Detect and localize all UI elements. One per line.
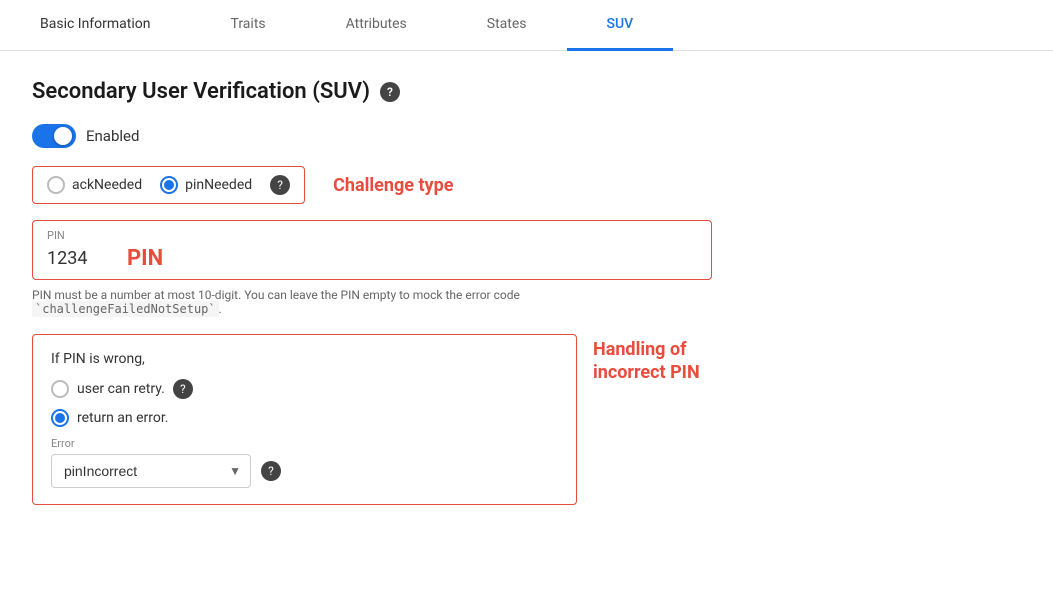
radio-retry[interactable]: user can retry. ? (51, 379, 558, 399)
incorrect-pin-row: If PIN is wrong, user can retry. ? retur… (32, 334, 1021, 505)
radio-pin-label: pinNeeded (185, 177, 252, 193)
radio-pin-circle (160, 176, 178, 194)
challenge-type-row: ackNeeded pinNeeded ? Challenge type (32, 166, 1021, 204)
enabled-label: Enabled (86, 127, 139, 145)
error-dropdown[interactable]: pinIncorrect pinLocked pinExpired (51, 454, 251, 488)
page-title-text: Secondary User Verification (SUV) (32, 79, 370, 104)
incorrect-pin-title: If PIN is wrong, (51, 351, 558, 367)
radio-error-circle (51, 409, 69, 427)
toggle-thumb (54, 127, 72, 145)
tab-basic-information[interactable]: Basic Information (0, 0, 191, 51)
incorrect-pin-box: If PIN is wrong, user can retry. ? retur… (32, 334, 577, 505)
tab-traits[interactable]: Traits (191, 0, 306, 51)
main-content: Secondary User Verification (SUV) ? Enab… (0, 51, 1053, 533)
pin-field-label: PIN (47, 229, 697, 242)
pin-hint: PIN must be a number at most 10-digit. Y… (32, 288, 712, 316)
challenge-type-annotation: Challenge type (333, 175, 453, 196)
enabled-toggle[interactable] (32, 124, 76, 148)
tab-suv[interactable]: SUV (567, 0, 674, 51)
radio-pin-needed[interactable]: pinNeeded (160, 176, 252, 194)
radio-error-label: return an error. (77, 410, 168, 426)
challenge-type-help-icon[interactable]: ? (270, 175, 290, 195)
pin-value[interactable]: 1234 (47, 248, 107, 269)
error-dropdown-section: Error pinIncorrect pinLocked pinExpired … (51, 437, 558, 488)
pin-field-container: PIN 1234 PIN (32, 220, 712, 280)
radio-retry-label: user can retry. (77, 381, 165, 397)
retry-help-icon[interactable]: ? (173, 379, 193, 399)
error-dropdown-wrapper: pinIncorrect pinLocked pinExpired ▼ (51, 454, 251, 488)
radio-ack-circle (47, 176, 65, 194)
tab-attributes[interactable]: Attributes (306, 0, 447, 51)
challenge-type-radio-group: ackNeeded pinNeeded ? (32, 166, 305, 204)
error-dropdown-label: Error (51, 437, 558, 450)
radio-error[interactable]: return an error. (51, 409, 558, 427)
incorrect-pin-annotation: Handling ofincorrect PIN (593, 338, 700, 385)
radio-ack-label: ackNeeded (72, 177, 142, 193)
radio-ack-needed[interactable]: ackNeeded (47, 176, 142, 194)
tab-bar: Basic Information Traits Attributes Stat… (0, 0, 1053, 51)
pin-big-annotation: PIN (127, 246, 163, 271)
radio-retry-circle (51, 380, 69, 398)
error-help-icon[interactable]: ? (261, 461, 281, 481)
pin-hint-text: PIN must be a number at most 10-digit. Y… (32, 288, 520, 317)
page-title: Secondary User Verification (SUV) ? (32, 79, 1021, 104)
pin-field-row: 1234 PIN (47, 246, 697, 271)
title-help-icon[interactable]: ? (380, 82, 400, 102)
error-dropdown-row: pinIncorrect pinLocked pinExpired ▼ ? (51, 454, 558, 488)
tab-states[interactable]: States (447, 0, 567, 51)
enabled-toggle-row: Enabled (32, 124, 1021, 148)
